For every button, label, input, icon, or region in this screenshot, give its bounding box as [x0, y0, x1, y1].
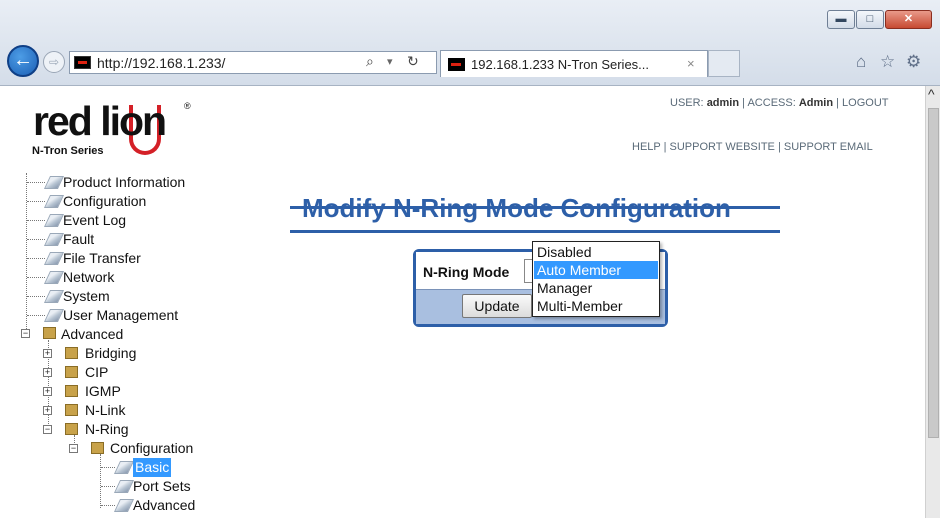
- expand-icon[interactable]: +: [43, 349, 52, 358]
- red-lion-logo: red lion ® N-Tron Series: [32, 98, 202, 168]
- navigation-tree: Product Information Configuration Event …: [21, 173, 196, 513]
- toolbar-icons: ⌂ ☆ ⚙: [856, 52, 936, 74]
- separator: |: [777, 141, 781, 153]
- separator: |: [742, 97, 746, 109]
- new-tab-button[interactable]: [708, 50, 740, 77]
- user-prefix: USER:: [670, 97, 704, 109]
- settings-gear-icon[interactable]: ⚙: [906, 52, 921, 72]
- window-controls: ▬ □ ✕: [827, 10, 933, 30]
- browser-tab[interactable]: 192.168.1.233 N-Tron Series... ×: [440, 50, 708, 77]
- title-rule-bottom: [290, 230, 780, 233]
- home-icon[interactable]: ⌂: [856, 52, 866, 72]
- minimize-button[interactable]: ▬: [827, 10, 855, 29]
- tab-close-icon[interactable]: ×: [687, 56, 695, 71]
- access-prefix: ACCESS:: [747, 97, 796, 109]
- close-window-button[interactable]: ✕: [885, 10, 932, 29]
- page-icon: [43, 290, 65, 303]
- maximize-button[interactable]: □: [856, 10, 884, 29]
- expand-icon[interactable]: +: [43, 368, 52, 377]
- folder-icon: [65, 347, 78, 359]
- page-icon: [113, 480, 135, 493]
- support-website-link[interactable]: SUPPORT WEBSITE: [670, 141, 775, 153]
- folder-open-icon: [91, 442, 104, 454]
- refresh-icon[interactable]: ↻: [407, 53, 419, 70]
- favorites-star-icon[interactable]: ☆: [880, 52, 895, 72]
- collapse-icon[interactable]: −: [69, 444, 78, 453]
- separator: |: [663, 141, 667, 153]
- option-multi-member[interactable]: Multi-Member: [534, 297, 658, 315]
- page-content: red lion ® N-Tron Series USER: admin | A…: [0, 86, 925, 518]
- forward-button[interactable]: ⇨: [43, 51, 65, 73]
- update-button[interactable]: Update: [462, 294, 532, 318]
- collapse-icon[interactable]: −: [43, 425, 52, 434]
- page-icon: [43, 233, 65, 246]
- user-status-line: USER: admin | ACCESS: Admin | LOGOUT: [670, 97, 889, 109]
- page-icon: [43, 252, 65, 265]
- logo-text: red lion: [33, 98, 167, 144]
- page-icon: [113, 461, 135, 474]
- back-button[interactable]: ←: [7, 45, 39, 77]
- search-icon[interactable]: ⌕: [366, 53, 374, 70]
- page-icon: [43, 271, 65, 284]
- page-icon: [113, 499, 135, 512]
- folder-icon: [65, 366, 78, 378]
- address-url[interactable]: http://192.168.1.233/: [97, 55, 225, 71]
- support-email-link[interactable]: SUPPORT EMAIL: [784, 141, 873, 153]
- page-icon: [43, 195, 65, 208]
- folder-open-icon: [65, 423, 78, 435]
- user-name: admin: [706, 97, 740, 109]
- folder-icon: [65, 404, 78, 416]
- scroll-thumb[interactable]: [928, 108, 939, 438]
- expand-icon[interactable]: +: [43, 387, 52, 396]
- registered-mark: ®: [184, 101, 191, 111]
- collapse-icon[interactable]: −: [21, 329, 30, 338]
- tab-title: 192.168.1.233 N-Tron Series...: [471, 57, 650, 72]
- option-auto-member[interactable]: Auto Member: [534, 261, 658, 279]
- logout-link[interactable]: LOGOUT: [842, 97, 888, 109]
- folder-icon: [65, 385, 78, 397]
- page-icon: [43, 176, 65, 189]
- expand-icon[interactable]: +: [43, 406, 52, 415]
- folder-open-icon: [43, 327, 56, 339]
- help-links: HELP | SUPPORT WEBSITE | SUPPORT EMAIL: [632, 141, 873, 153]
- site-favicon-icon: [74, 56, 91, 69]
- option-manager[interactable]: Manager: [534, 279, 658, 297]
- address-bar[interactable]: http://192.168.1.233/ ⌕ ▾ ↻: [69, 51, 437, 74]
- search-dropdown-icon[interactable]: ▾: [387, 55, 393, 68]
- page-icon: [43, 214, 65, 227]
- nring-mode-dropdown: Disabled Auto Member Manager Multi-Membe…: [532, 241, 660, 317]
- help-link[interactable]: HELP: [632, 141, 661, 153]
- browser-chrome: ▬ □ ✕ ← ⇨ http://192.168.1.233/ ⌕ ▾ ↻ 19…: [0, 0, 940, 86]
- page-icon: [43, 309, 65, 322]
- scroll-up-icon[interactable]: ^: [928, 86, 935, 102]
- vertical-scrollbar[interactable]: ^: [925, 86, 940, 518]
- tab-favicon-icon: [448, 58, 465, 71]
- nring-mode-label: N-Ring Mode: [423, 264, 510, 280]
- option-disabled[interactable]: Disabled: [534, 243, 658, 261]
- logo-subtitle: N-Tron Series: [32, 145, 104, 157]
- access-level: Admin: [798, 97, 834, 109]
- page-title: Modify N-Ring Mode Configuration: [302, 193, 731, 223]
- separator: |: [836, 97, 839, 109]
